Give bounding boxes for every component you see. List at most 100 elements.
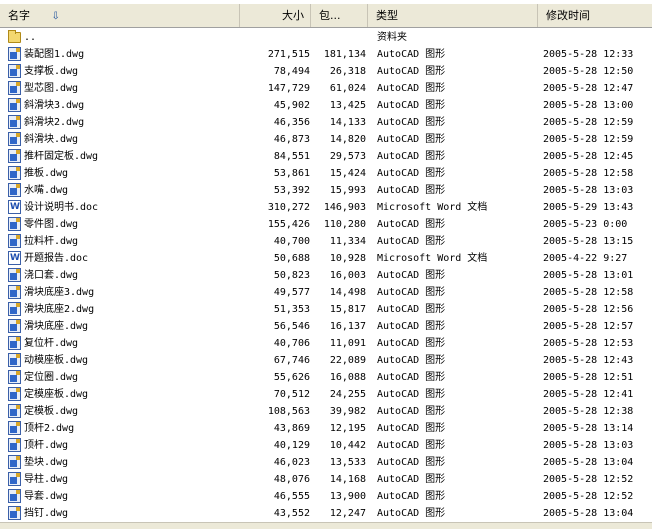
column-header-packed[interactable]: 包... (311, 4, 368, 27)
file-row[interactable]: 斜滑块3.dwg 45,902 13,425 AutoCAD 图形 2005-5-28 … (0, 97, 652, 114)
file-row[interactable]: 水嘴.dwg 53,392 15,993 AutoCAD 图形 2005-5-28 13… (0, 182, 652, 199)
file-modified: 2005-5-28 12:59 (543, 117, 634, 128)
file-packed-size: 14,820 (329, 134, 366, 145)
file-size: 147,729 (267, 83, 310, 94)
file-size: 43,869 (273, 423, 310, 434)
dwg-file-icon (8, 370, 21, 384)
file-type: AutoCAD 图形 (377, 219, 446, 230)
dwg-file-icon (8, 421, 21, 435)
column-header-modified[interactable]: 修改时间 (538, 4, 652, 27)
file-row[interactable]: 顶杆2.dwg 43,869 12,195 AutoCAD 图形 2005-5-28 1… (0, 420, 652, 437)
column-header-name[interactable]: 名字 ⇩ (0, 4, 240, 27)
file-row[interactable]: 垫块.dwg 46,023 13,533 AutoCAD 图形 2005-5-28 13… (0, 454, 652, 471)
file-name: 拉料杆.dwg (24, 236, 79, 247)
file-size: 53,861 (273, 168, 310, 179)
file-row[interactable]: 定模座板.dwg 70,512 24,255 AutoCAD 图形 2005-5-28 … (0, 386, 652, 403)
dwg-file-icon (8, 217, 21, 231)
file-size: 70,512 (273, 389, 310, 400)
file-size: 108,563 (267, 406, 310, 417)
file-row[interactable]: 复位杆.dwg 40,706 11,091 AutoCAD 图形 2005-5-28 1… (0, 335, 652, 352)
sort-descending-icon[interactable]: ⇩ (52, 5, 60, 28)
file-packed-size: 14,133 (329, 117, 366, 128)
file-type: 资料夹 (377, 32, 407, 43)
file-name: 推杆固定板.dwg (24, 151, 99, 162)
file-row[interactable]: 型芯图.dwg 147,729 61,024 AutoCAD 图形 2005-5-28 … (0, 80, 652, 97)
file-row[interactable]: 导柱.dwg 48,076 14,168 AutoCAD 图形 2005-5-28 12… (0, 471, 652, 488)
file-name: 滑块底座2.dwg (24, 304, 95, 315)
dwg-file-icon (8, 81, 21, 95)
file-modified: 2005-5-29 13:43 (543, 202, 634, 213)
file-type: AutoCAD 图形 (377, 491, 446, 502)
dwg-file-icon (8, 455, 21, 469)
file-row[interactable]: 推杆固定板.dwg 84,551 29,573 AutoCAD 图形 2005-5-28… (0, 148, 652, 165)
file-row[interactable]: 支撑板.dwg 78,494 26,318 AutoCAD 图形 2005-5-28 1… (0, 63, 652, 80)
dwg-file-icon (8, 115, 21, 129)
file-size: 48,076 (273, 474, 310, 485)
column-header-type-label: 类型 (376, 9, 398, 22)
file-row[interactable]: 导套.dwg 46,555 13,900 AutoCAD 图形 2005-5-28 12… (0, 488, 652, 505)
file-row[interactable]: 零件图.dwg 155,426 110,280 AutoCAD 图形 2005-5-23… (0, 216, 652, 233)
file-modified: 2005-5-28 12:56 (543, 304, 634, 315)
file-name: .. (24, 32, 37, 43)
file-modified: 2005-5-28 13:01 (543, 270, 634, 281)
file-packed-size: 181,134 (323, 49, 366, 60)
file-row[interactable]: 开题报告.doc 50,688 10,928 Microsoft Word 文档 200… (0, 250, 652, 267)
file-row[interactable]: 定模板.dwg 108,563 39,982 AutoCAD 图形 2005-5-28 … (0, 403, 652, 420)
file-row[interactable]: 装配图1.dwg 271,515 181,134 AutoCAD 图形 2005-5-2… (0, 46, 652, 63)
file-name: 滑块底座3.dwg (24, 287, 95, 298)
file-modified: 2005-5-28 12:50 (543, 66, 634, 77)
file-packed-size: 26,318 (329, 66, 366, 77)
dwg-file-icon (8, 506, 21, 520)
file-modified: 2005-5-28 12:52 (543, 474, 634, 485)
file-name: 斜滑块3.dwg (24, 100, 85, 111)
column-header-type[interactable]: 类型 (368, 4, 538, 27)
column-header-size[interactable]: 大小 (240, 4, 311, 27)
file-row[interactable]: 斜滑块.dwg 46,873 14,820 AutoCAD 图形 2005-5-28 1… (0, 131, 652, 148)
file-type: AutoCAD 图形 (377, 236, 446, 247)
file-packed-size: 15,993 (329, 185, 366, 196)
file-row[interactable]: 滑块底座3.dwg 49,577 14,498 AutoCAD 图形 2005-5-28… (0, 284, 652, 301)
file-packed-size: 15,424 (329, 168, 366, 179)
file-modified: 2005-5-23 0:00 (543, 219, 628, 230)
file-type: AutoCAD 图形 (377, 83, 446, 94)
file-row[interactable]: 设计说明书.doc 310,272 146,903 Microsoft Word 文档… (0, 199, 652, 216)
file-modified: 2005-5-28 13:00 (543, 100, 634, 111)
file-size: 53,392 (273, 185, 310, 196)
file-name: 水嘴.dwg (24, 185, 69, 196)
file-name: 导套.dwg (24, 491, 69, 502)
file-size: 50,688 (273, 253, 310, 264)
file-row[interactable]: 滑块底座.dwg 56,546 16,137 AutoCAD 图形 2005-5-28 … (0, 318, 652, 335)
dwg-file-icon (8, 268, 21, 282)
file-row[interactable]: 浇口套.dwg 50,823 16,003 AutoCAD 图形 2005-5-28 1… (0, 267, 652, 284)
file-size: 51,353 (273, 304, 310, 315)
file-type: AutoCAD 图形 (377, 270, 446, 281)
file-row[interactable]: 滑块底座2.dwg 51,353 15,817 AutoCAD 图形 2005-5-28… (0, 301, 652, 318)
file-name: 斜滑块.dwg (24, 134, 79, 145)
file-row[interactable]: 挡钉.dwg 43,552 12,247 AutoCAD 图形 2005-5-28 13… (0, 505, 652, 522)
file-row[interactable]: .. 资料夹 (0, 29, 652, 46)
file-size: 78,494 (273, 66, 310, 77)
file-type: AutoCAD 图形 (377, 508, 446, 519)
file-row[interactable]: 动模座板.dwg 67,746 22,089 AutoCAD 图形 2005-5-28 … (0, 352, 652, 369)
file-modified: 2005-5-28 12:58 (543, 287, 634, 298)
file-size: 43,552 (273, 508, 310, 519)
file-type: AutoCAD 图形 (377, 406, 446, 417)
file-row[interactable]: 拉料杆.dwg 40,700 11,334 AutoCAD 图形 2005-5-28 1… (0, 233, 652, 250)
file-name: 顶杆2.dwg (24, 423, 75, 434)
file-size: 271,515 (267, 49, 310, 60)
file-type: AutoCAD 图形 (377, 321, 446, 332)
file-type: AutoCAD 图形 (377, 117, 446, 128)
file-type: AutoCAD 图形 (377, 304, 446, 315)
file-size: 67,746 (273, 355, 310, 366)
file-packed-size: 61,024 (329, 83, 366, 94)
file-name: 定位圈.dwg (24, 372, 79, 383)
file-type: AutoCAD 图形 (377, 389, 446, 400)
file-row[interactable]: 定位圈.dwg 55,626 16,088 AutoCAD 图形 2005-5-28 1… (0, 369, 652, 386)
dwg-file-icon (8, 438, 21, 452)
file-row[interactable]: 斜滑块2.dwg 46,356 14,133 AutoCAD 图形 2005-5-28 … (0, 114, 652, 131)
file-type: AutoCAD 图形 (377, 168, 446, 179)
file-row[interactable]: 推板.dwg 53,861 15,424 AutoCAD 图形 2005-5-28 12… (0, 165, 652, 182)
file-modified: 2005-5-28 12:43 (543, 355, 634, 366)
file-row[interactable]: 顶杆.dwg 40,129 10,442 AutoCAD 图形 2005-5-28 13… (0, 437, 652, 454)
column-header-packed-label: 包... (319, 9, 341, 22)
